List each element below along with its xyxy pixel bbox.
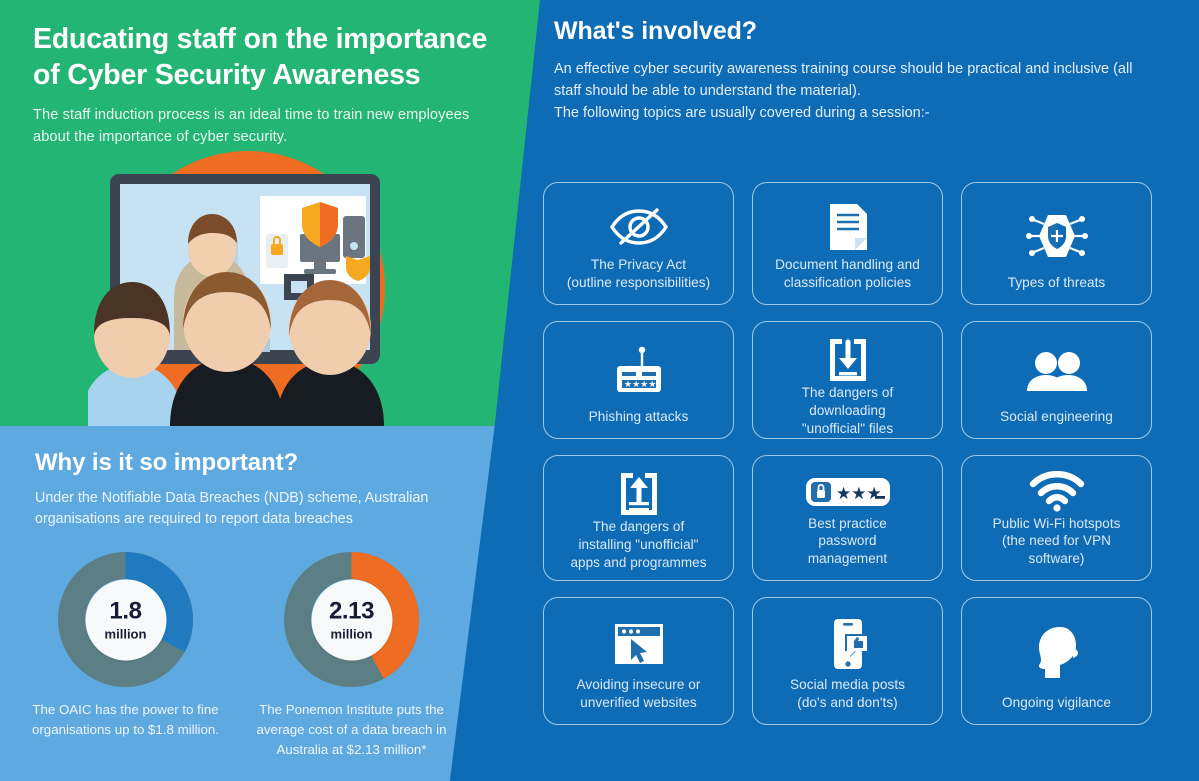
topic-card-social-media[interactable]: Social media posts (do's and don'ts) bbox=[752, 597, 943, 725]
importance-subtitle: Under the Notifiable Data Breaches (NDB)… bbox=[35, 490, 429, 528]
password-field-icon: ★★★ bbox=[761, 470, 934, 515]
topic-label: Public Wi-Fi hotspots (the need for VPN … bbox=[992, 515, 1121, 567]
topic-label: Avoiding insecure or unverified websites bbox=[576, 677, 701, 711]
browser-cursor-icon bbox=[552, 612, 725, 676]
topic-card-password-management[interactable]: ★★★ Best practice password management bbox=[752, 455, 943, 581]
topic-label: Social engineering bbox=[1000, 409, 1113, 425]
head-profile-icon bbox=[970, 612, 1143, 694]
stat-card-breach-cost: 2.13 million The Ponemon Institute puts … bbox=[257, 552, 446, 760]
topics-title: What's involved? bbox=[554, 17, 757, 45]
topic-card-installing-apps[interactable]: The dangers of installing "unofficial" a… bbox=[543, 455, 734, 581]
stat-value-1: 1.8 bbox=[109, 597, 142, 624]
donut-chart-1: 1.8 million bbox=[58, 552, 193, 687]
topic-label: Ongoing vigilance bbox=[1002, 695, 1111, 711]
topic-card-types-of-threats[interactable]: Types of threats bbox=[961, 182, 1152, 305]
topic-label: Phishing attacks bbox=[588, 409, 689, 425]
document-icon bbox=[761, 197, 934, 256]
topics-subtitle: An effective cyber security awareness tr… bbox=[554, 61, 1133, 121]
stat-unit-2: million bbox=[330, 626, 373, 641]
stat-value-2: 2.13 bbox=[328, 597, 375, 624]
stat-caption-2: The Ponemon Institute puts the average c… bbox=[256, 702, 447, 757]
svg-text:★★★★: ★★★★ bbox=[624, 380, 656, 390]
stat-caption-1: The OAIC has the power to fine organisat… bbox=[31, 702, 219, 737]
topics-grid: The Privacy Act (outline responsibilitie… bbox=[543, 182, 1176, 725]
infographic-canvas: Educating staff on the importance of Cyb… bbox=[0, 0, 1199, 781]
topic-card-public-wifi[interactable]: Public Wi-Fi hotspots (the need for VPN … bbox=[961, 455, 1152, 581]
topic-label: The dangers of installing "unofficial" a… bbox=[570, 519, 707, 570]
topics-intro-block: What's involved? An effective cyber secu… bbox=[554, 17, 1154, 124]
topic-card-document-handling[interactable]: Document handling and classification pol… bbox=[752, 182, 943, 305]
wifi-icon bbox=[970, 470, 1143, 515]
download-file-icon bbox=[761, 336, 934, 384]
upload-file-icon bbox=[552, 470, 725, 518]
training-illustration bbox=[88, 138, 408, 426]
mobile-thumbsup-icon bbox=[761, 612, 934, 676]
donut-chart-1-center: 1.8 million bbox=[85, 579, 166, 660]
importance-title: Why is it so important? bbox=[35, 449, 299, 476]
topic-card-downloading-files[interactable]: The dangers of downloading "unofficial" … bbox=[752, 321, 943, 439]
topic-label: The Privacy Act (outline responsibilitie… bbox=[566, 257, 711, 291]
two-people-icon bbox=[970, 336, 1143, 408]
topic-label: Best practice password management bbox=[807, 515, 888, 567]
stat-card-oaic-fine: 1.8 million The OAIC has the power to fi… bbox=[32, 552, 219, 740]
importance-block: Why is it so important? Under the Notifi… bbox=[35, 449, 485, 530]
page-title: Educating staff on the importance of Cyb… bbox=[33, 23, 488, 91]
stat-unit-1: million bbox=[104, 626, 147, 641]
donut-chart-2: 2.13 million bbox=[284, 552, 419, 687]
eye-slash-icon bbox=[552, 197, 725, 256]
topic-label: The dangers of downloading "unofficial" … bbox=[801, 385, 894, 436]
topic-card-insecure-websites[interactable]: Avoiding insecure or unverified websites bbox=[543, 597, 734, 725]
topic-card-social-engineering[interactable]: Social engineering bbox=[961, 321, 1152, 439]
topic-card-privacy-act[interactable]: The Privacy Act (outline responsibilitie… bbox=[543, 182, 734, 305]
topic-card-phishing[interactable]: ★★★★ Phishing attacks bbox=[543, 321, 734, 439]
topic-label: Social media posts (do's and don'ts) bbox=[790, 677, 905, 711]
shield-network-icon bbox=[970, 197, 1143, 274]
donut-chart-2-center: 2.13 million bbox=[311, 579, 392, 660]
topic-label: Document handling and classification pol… bbox=[775, 257, 920, 291]
svg-text:★★★: ★★★ bbox=[836, 484, 882, 504]
intro-block: Educating staff on the importance of Cyb… bbox=[33, 22, 508, 149]
topic-label: Types of threats bbox=[1007, 275, 1106, 291]
topic-card-ongoing-vigilance[interactable]: Ongoing vigilance bbox=[961, 597, 1152, 725]
training-illustration-svg bbox=[88, 151, 385, 426]
phishing-hook-icon: ★★★★ bbox=[552, 336, 725, 408]
